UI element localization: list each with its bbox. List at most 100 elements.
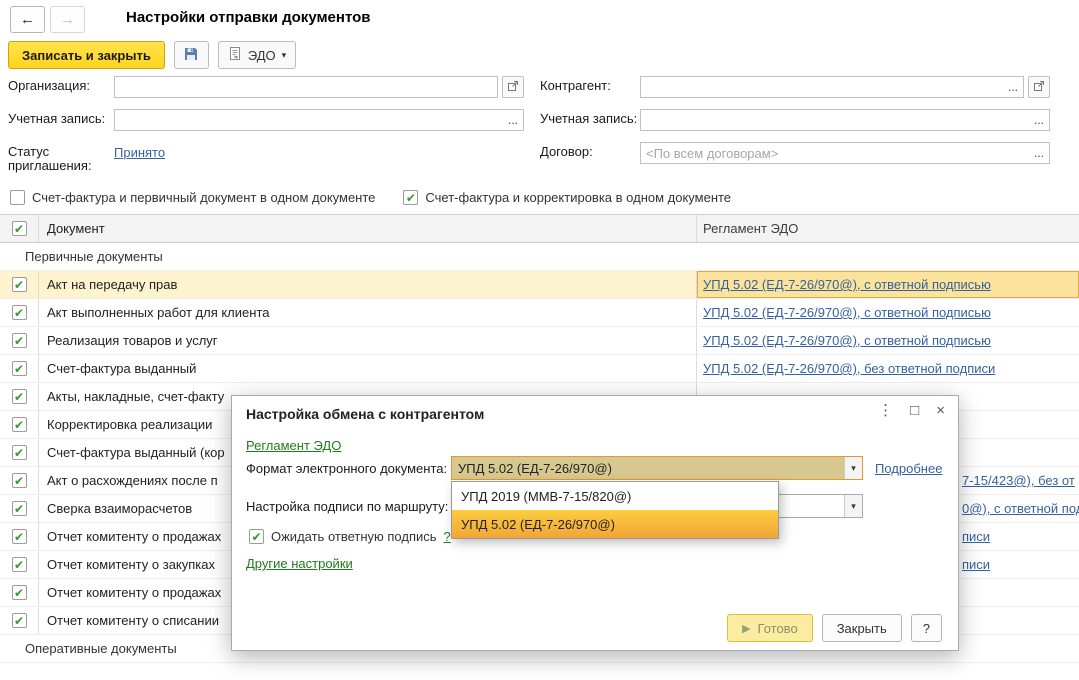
edo-menu-button[interactable]: ЭДО ▾ xyxy=(218,41,296,69)
edo-document-icon xyxy=(228,46,242,64)
row-checkbox[interactable]: ✔ xyxy=(12,417,27,432)
reglament-link[interactable]: УПД 5.02 (ЕД-7-26/970@), с ответной подп… xyxy=(703,277,991,292)
row-checkbox[interactable]: ✔ xyxy=(12,361,27,376)
reglament-link[interactable]: УПД 5.02 (ЕД-7-26/970@), без ответной по… xyxy=(703,361,995,376)
document-name: Реализация товаров и услуг xyxy=(47,333,218,348)
reglament-link[interactable]: УПД 5.02 (ЕД-7-26/970@), с ответной подп… xyxy=(703,333,991,348)
counterparty-field[interactable]: ... xyxy=(640,76,1024,98)
row-checkbox[interactable]: ✔ xyxy=(12,277,27,292)
row-checkbox[interactable]: ✔ xyxy=(12,333,27,348)
row-checkbox[interactable]: ✔ xyxy=(12,445,27,460)
invoice-correction-flag[interactable]: ✔ Счет-фактура и корректировка в одном д… xyxy=(403,190,731,205)
checkbox-checked-icon[interactable]: ✔ xyxy=(249,529,264,544)
invoice-primary-flag-label: Счет-фактура и первичный документ в одно… xyxy=(32,190,375,205)
row-checkbox[interactable]: ✔ xyxy=(12,305,27,320)
account-left-label: Учетная запись: xyxy=(8,109,114,126)
back-arrow-icon: ← xyxy=(20,11,35,28)
document-name: Акт выполненных работ для клиента xyxy=(47,305,269,320)
row-checkbox[interactable]: ✔ xyxy=(12,473,27,488)
back-button[interactable]: ← xyxy=(10,6,45,33)
maximize-icon[interactable]: □ xyxy=(910,403,919,418)
checkbox-unchecked-icon[interactable] xyxy=(10,190,25,205)
save-button[interactable] xyxy=(174,41,209,69)
close-icon[interactable]: × xyxy=(936,403,945,418)
group-row-primary[interactable]: Первичные документы xyxy=(0,243,1079,271)
combo-dropdown-icon[interactable]: ▾ xyxy=(844,457,862,479)
reglament-link[interactable]: 0@), с ответной под xyxy=(962,501,1079,516)
dropdown-option-selected[interactable]: УПД 5.02 (ЕД-7-26/970@) xyxy=(452,510,778,538)
close-button[interactable]: Закрыть xyxy=(822,614,902,642)
format-combobox[interactable]: УПД 5.02 (ЕД-7-26/970@) ▾ xyxy=(451,456,863,480)
table-row[interactable]: ✔ Реализация товаров и услуг УПД 5.02 (Е… xyxy=(0,327,1079,355)
forward-button[interactable]: → xyxy=(50,6,85,33)
other-settings-link[interactable]: Другие настройки xyxy=(246,556,353,571)
wait-signature-flag[interactable]: ✔ Ожидать ответную подпись ? xyxy=(249,529,451,544)
history-nav: ← → xyxy=(10,6,85,33)
save-and-close-button[interactable]: Записать и закрыть xyxy=(8,41,165,69)
row-checkbox[interactable]: ✔ xyxy=(12,613,27,628)
reglament-link[interactable]: УПД 5.02 (ЕД-7-26/970@), с ответной подп… xyxy=(703,305,991,320)
row-checkbox[interactable]: ✔ xyxy=(12,389,27,404)
open-form-icon xyxy=(1033,80,1045,95)
organization-open-button[interactable] xyxy=(502,76,524,98)
reglament-link[interactable]: писи xyxy=(962,557,990,572)
more-menu-icon[interactable]: ⋮ xyxy=(878,403,893,418)
account-left-field[interactable]: ... xyxy=(114,109,524,131)
dialog-window-controls: ⋮ □ × xyxy=(878,403,945,418)
open-form-icon xyxy=(507,80,519,95)
invitation-status-link[interactable]: Принято xyxy=(114,145,165,160)
document-name: Счет-фактура выданный xyxy=(47,361,196,376)
row-checkbox[interactable]: ✔ xyxy=(12,501,27,516)
reglament-link[interactable]: писи xyxy=(962,529,990,544)
account-right-field[interactable]: ... xyxy=(640,109,1050,131)
combo-dropdown-icon[interactable]: ▾ xyxy=(844,495,862,517)
reglament-edo-link[interactable]: Регламент ЭДО xyxy=(246,438,341,453)
contract-select-button[interactable]: ... xyxy=(1029,143,1049,163)
edo-menu-label: ЭДО xyxy=(248,48,276,63)
account-left-select-button[interactable]: ... xyxy=(503,110,523,130)
row-checkbox[interactable]: ✔ xyxy=(12,529,27,544)
format-label: Формат электронного документа: xyxy=(246,461,447,476)
route-signature-label: Настройка подписи по маршруту: xyxy=(246,499,448,514)
form-right-column: Контрагент: ... Учетная запись: ... xyxy=(540,76,1050,175)
table-row[interactable]: ✔ Акт на передачу прав УПД 5.02 (ЕД-7-26… xyxy=(0,271,1079,299)
wait-signature-label: Ожидать ответную подпись xyxy=(271,529,437,544)
account-right-select-button[interactable]: ... xyxy=(1029,110,1049,130)
document-name: Акт о расхождениях после п xyxy=(47,473,218,488)
table-header: ✔ Документ Регламент ЭДО xyxy=(0,215,1079,243)
dropdown-option[interactable]: УПД 2019 (ММВ-7-15/820@) xyxy=(452,482,778,510)
checkbox-checked-icon[interactable]: ✔ xyxy=(403,190,418,205)
wait-signature-help-link[interactable]: ? xyxy=(444,529,451,544)
form-left-column: Организация: Учетная запись: ... xyxy=(8,76,524,184)
account-right-label: Учетная запись: xyxy=(540,109,640,126)
counterparty-label: Контрагент: xyxy=(540,76,640,93)
column-header-document[interactable]: Документ xyxy=(39,215,697,242)
done-button[interactable]: ▶ Готово xyxy=(727,614,813,642)
document-name: Сверка взаиморасчетов xyxy=(47,501,192,516)
table-row[interactable]: ✔ Акт выполненных работ для клиента УПД … xyxy=(0,299,1079,327)
document-name: Счет-фактура выданный (кор xyxy=(47,445,225,460)
counterparty-open-button[interactable] xyxy=(1028,76,1050,98)
reglament-link[interactable]: 7-15/423@), без от xyxy=(962,473,1075,488)
invoice-primary-flag[interactable]: Счет-фактура и первичный документ в одно… xyxy=(10,190,375,205)
document-name: Отчет комитенту о списании xyxy=(47,613,219,628)
row-checkbox[interactable]: ✔ xyxy=(12,557,27,572)
contract-field[interactable]: <По всем договорам> ... xyxy=(640,142,1050,164)
help-button[interactable]: ? xyxy=(911,614,942,642)
row-checkbox[interactable]: ✔ xyxy=(12,585,27,600)
organization-field[interactable] xyxy=(114,76,498,98)
invoice-correction-flag-label: Счет-фактура и корректировка в одном док… xyxy=(425,190,731,205)
dialog-title: Настройка обмена с контрагентом xyxy=(246,406,484,422)
document-name: Акты, накладные, счет-факту xyxy=(47,389,224,404)
select-all-checkbox[interactable]: ✔ xyxy=(12,221,27,236)
table-row[interactable]: ✔ Счет-фактура выданный УПД 5.02 (ЕД-7-2… xyxy=(0,355,1079,383)
column-header-reglament[interactable]: Регламент ЭДО xyxy=(697,215,1079,242)
invitation-status-label: Статус приглашения: xyxy=(8,142,114,173)
format-value: УПД 5.02 (ЕД-7-26/970@) xyxy=(452,457,844,479)
chevron-down-icon: ▾ xyxy=(282,50,287,61)
dialog-buttons: ▶ Готово Закрыть ? xyxy=(727,614,942,642)
more-details-link[interactable]: Подробнее xyxy=(875,461,942,476)
organization-label: Организация: xyxy=(8,76,114,93)
document-name: Отчет комитенту о продажах xyxy=(47,585,221,600)
counterparty-select-button[interactable]: ... xyxy=(1003,77,1023,97)
